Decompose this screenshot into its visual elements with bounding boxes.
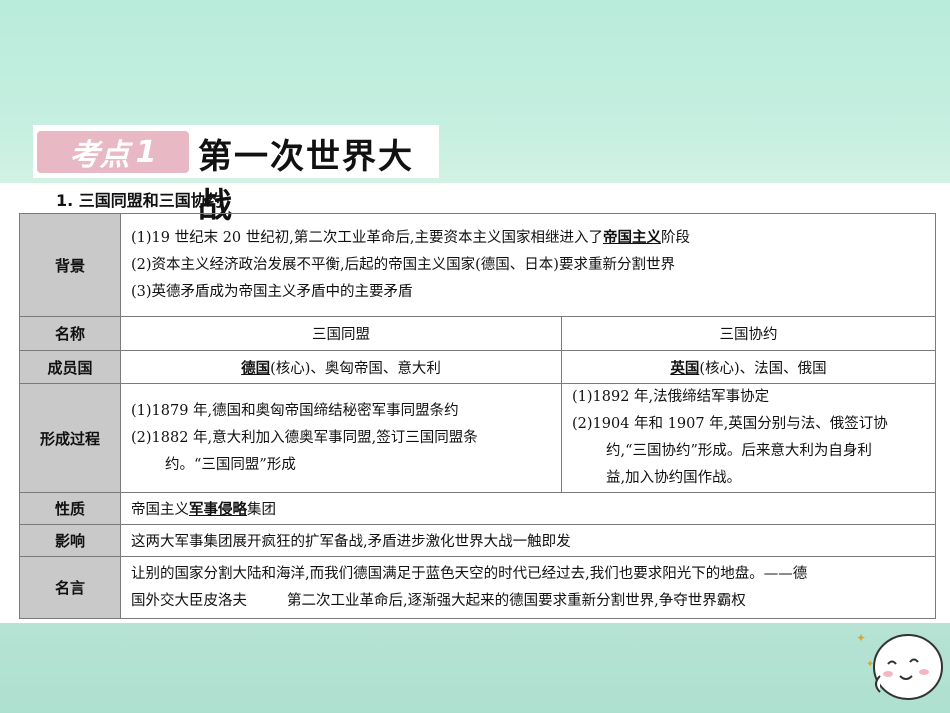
background-line-1-pre: (1)19 世纪末 20 世纪初,第二次工业革命后,主要资本主义国家相继进入了 [131, 230, 603, 246]
badge-number: 1 [135, 134, 157, 170]
cartoon-face-icon: ✦ ✦ [856, 631, 943, 700]
entente-formation-line-4: 益,加入协约国作战。 [606, 470, 742, 486]
keyword-germany: 德国 [241, 359, 271, 377]
row-label-impact: 影响 [19, 524, 121, 557]
background-line-1: (1)19 世纪末 20 世纪初,第二次工业革命后,主要资本主义国家相继进入了帝… [131, 224, 925, 252]
keyword-military-aggression: 军事侵略 [189, 501, 247, 518]
row-label-quote: 名言 [19, 556, 121, 619]
quote-author: 国外交大臣皮洛夫 [131, 592, 247, 609]
entente-members-rest: (核心)、法国、俄国 [699, 360, 827, 377]
alliance-formation-line-3: 约。“三国同盟”形成 [165, 456, 296, 473]
table-row-background: 背景 (1)19 世纪末 20 世纪初,第二次工业革命后,主要资本主义国家相继进… [19, 213, 936, 317]
triple-alliance-name: 三国同盟 [120, 316, 562, 351]
svg-text:✦: ✦ [856, 631, 866, 645]
nature-cell: 帝国主义军事侵略集团 [120, 492, 936, 525]
alliance-formation-line-2: (2)1882 年,意大利加入德奥军事同盟,签订三国同盟条 [131, 429, 478, 446]
row-label-formation: 形成过程 [19, 383, 121, 493]
alliance-formation-line-1: (1)1879 年,德国和奥匈帝国缔结秘密军事同盟条约 [131, 402, 459, 419]
svg-text:✦: ✦ [866, 659, 874, 670]
quote-line-2: 国外交大臣皮洛夫 第二次工业革命后,逐渐强大起来的德国要求重新分割世界,争夺世界霸… [131, 588, 925, 615]
entente-members: 英国(核心)、法国、俄国 [561, 350, 936, 384]
row-label-members: 成员国 [19, 350, 121, 384]
quote-line-1: 让别的国家分割大陆和海洋,而我们德国满足于蓝色天空的时代已经过去,我们也要求阳光… [131, 565, 808, 582]
row-label-name: 名称 [19, 316, 121, 351]
table-row-members: 成员国 德国(核心)、奥匈帝国、意大利 英国(核心)、法国、俄国 [19, 350, 936, 384]
topic-badge: 考点 1 [37, 131, 189, 173]
table-row-formation: 形成过程 (1)1879 年,德国和奥匈帝国缔结秘密军事同盟条约 (2)1882… [19, 383, 936, 493]
keyword-britain: 英国 [670, 359, 700, 377]
alliance-members: 德国(核心)、奥匈帝国、意大利 [120, 350, 562, 384]
alliance-members-rest: (核心)、奥匈帝国、意大利 [270, 360, 441, 377]
entente-formation: (1)1892 年,法俄缔结军事协定 (2)1904 年和 1907 年,英国分… [561, 383, 936, 493]
background-line-1-post: 阶段 [660, 230, 690, 246]
quote-explanation: 第二次工业革命后,逐渐强大起来的德国要求重新分割世界,争夺世界霸权 [287, 592, 746, 609]
section-subtitle: 1. 三国同盟和三国协约 [56, 191, 223, 210]
nature-post: 集团 [247, 502, 276, 518]
alliance-table: 背景 (1)19 世纪末 20 世纪初,第二次工业革命后,主要资本主义国家相继进… [19, 213, 936, 619]
table-row-nature: 性质 帝国主义军事侵略集团 [19, 492, 936, 525]
background-cell: (1)19 世纪末 20 世纪初,第二次工业革命后,主要资本主义国家相继进入了帝… [120, 213, 936, 317]
row-label-nature: 性质 [19, 492, 121, 525]
table-row-name: 名称 三国同盟 三国协约 [19, 316, 936, 351]
alliance-formation: (1)1879 年,德国和奥匈帝国缔结秘密军事同盟条约 (2)1882 年,意大… [120, 383, 562, 493]
entente-formation-line-2: (2)1904 年和 1907 年,英国分别与法、俄签订协 [572, 416, 888, 432]
table-row-impact: 影响 这两大军事集团展开疯狂的扩军备战,矛盾进步激化世界大战一触即发 [19, 524, 936, 557]
triple-entente-name: 三国协约 [561, 316, 936, 351]
row-label-background: 背景 [19, 213, 121, 317]
nature-pre: 帝国主义 [131, 502, 189, 518]
table-row-quote: 名言 让别的国家分割大陆和海洋,而我们德国满足于蓝色天空的时代已经过去,我们也要… [19, 556, 936, 619]
keyword-imperialism: 帝国主义 [602, 229, 661, 246]
quote-cell: 让别的国家分割大陆和海洋,而我们德国满足于蓝色天空的时代已经过去,我们也要求阳光… [120, 556, 936, 619]
topic-title-bar: 考点 1 第一次世界大战 [33, 125, 439, 226]
entente-formation-line-3: 约,“三国协约”形成。后来意大利为自身利 [606, 443, 872, 459]
entente-formation-line-1: (1)1892 年,法俄缔结军事协定 [572, 389, 770, 405]
badge-label: 考点 [69, 138, 130, 173]
impact-cell: 这两大军事集团展开疯狂的扩军备战,矛盾进步激化世界大战一触即发 [120, 524, 936, 557]
background-line-3: (3)英德矛盾成为帝国主义矛盾中的主要矛盾 [131, 284, 413, 300]
background-line-2: (2)资本主义经济政治发展不平衡,后起的帝国主义国家(德国、日本)要求重新分割世… [131, 257, 675, 273]
